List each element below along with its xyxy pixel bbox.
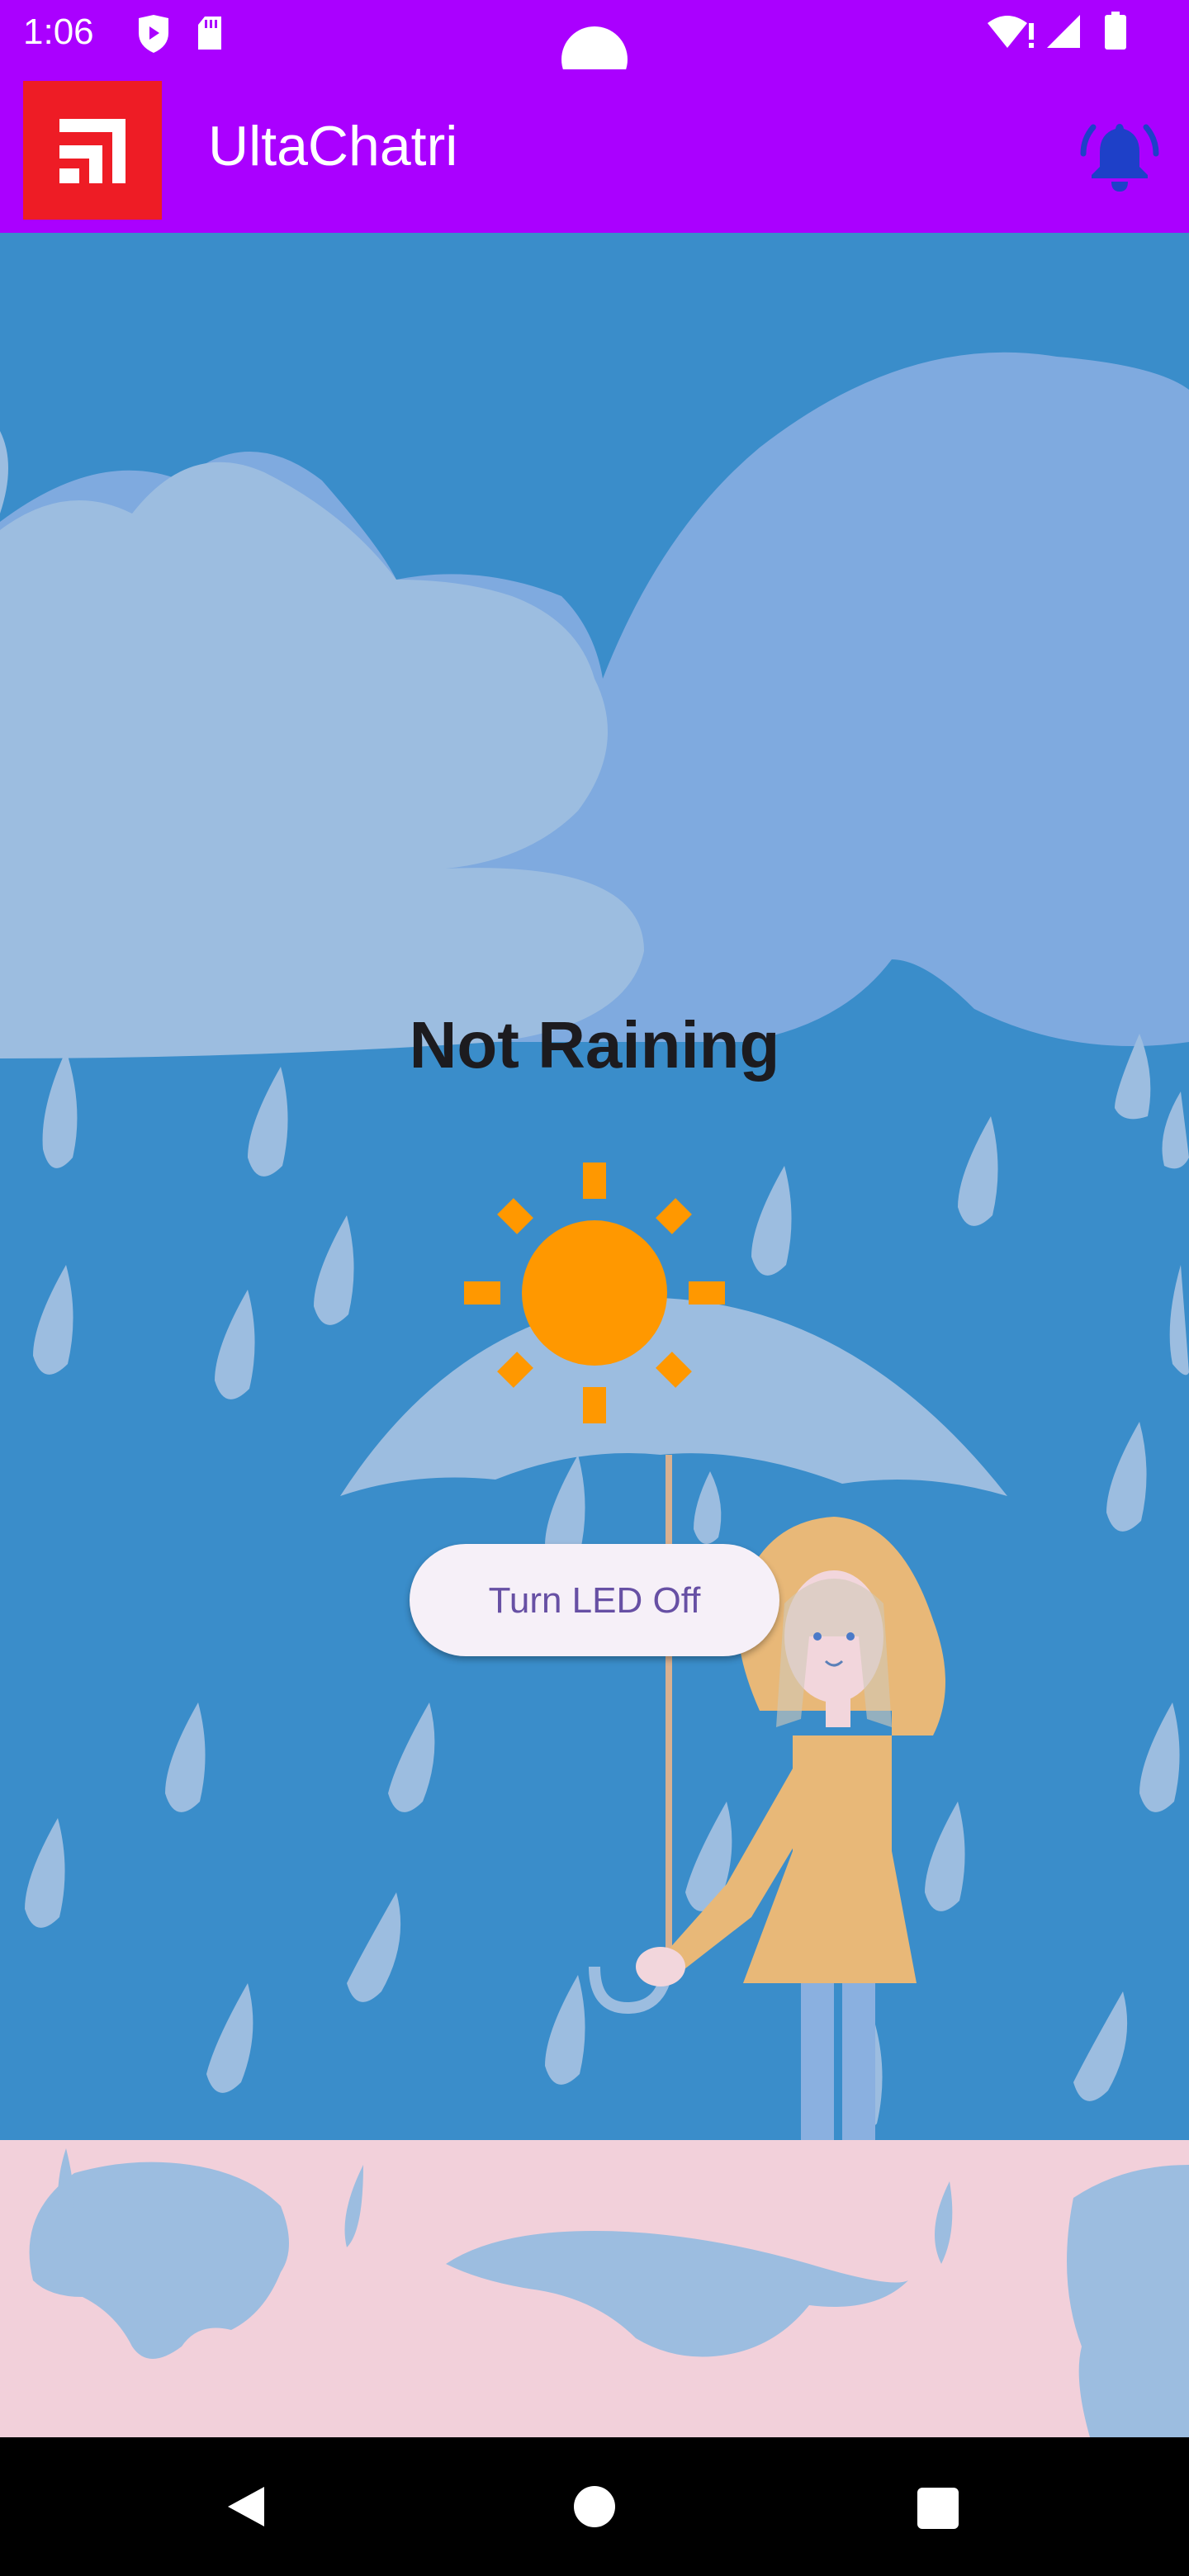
main-content: Not Raining Turn LED Off	[0, 233, 1189, 2437]
status-bar: 1:06	[0, 0, 1189, 92]
home-icon[interactable]	[573, 2485, 616, 2532]
cell-signal-icon	[1047, 15, 1080, 48]
rain-status-title: Not Raining	[409, 1008, 780, 1082]
navigation-bar	[0, 2437, 1189, 2576]
recents-icon[interactable]	[917, 2487, 959, 2534]
sd-card-icon	[198, 17, 221, 50]
turn-led-off-button[interactable]: Turn LED Off	[410, 1544, 779, 1656]
wifi-alert-icon	[988, 16, 1034, 48]
shield-play-icon	[139, 15, 168, 53]
app-logo-icon	[23, 81, 162, 220]
status-left-icons	[135, 15, 234, 59]
status-time: 1:06	[23, 12, 94, 52]
sun-icon	[462, 1161, 727, 1425]
app-bar: UltaChatri	[0, 69, 1189, 233]
battery-icon	[1105, 12, 1126, 50]
bell-ringing-icon[interactable]	[1080, 116, 1159, 195]
status-right-icons	[988, 12, 1169, 59]
back-icon[interactable]	[223, 2484, 269, 2534]
app-title: UltaChatri	[208, 115, 458, 178]
